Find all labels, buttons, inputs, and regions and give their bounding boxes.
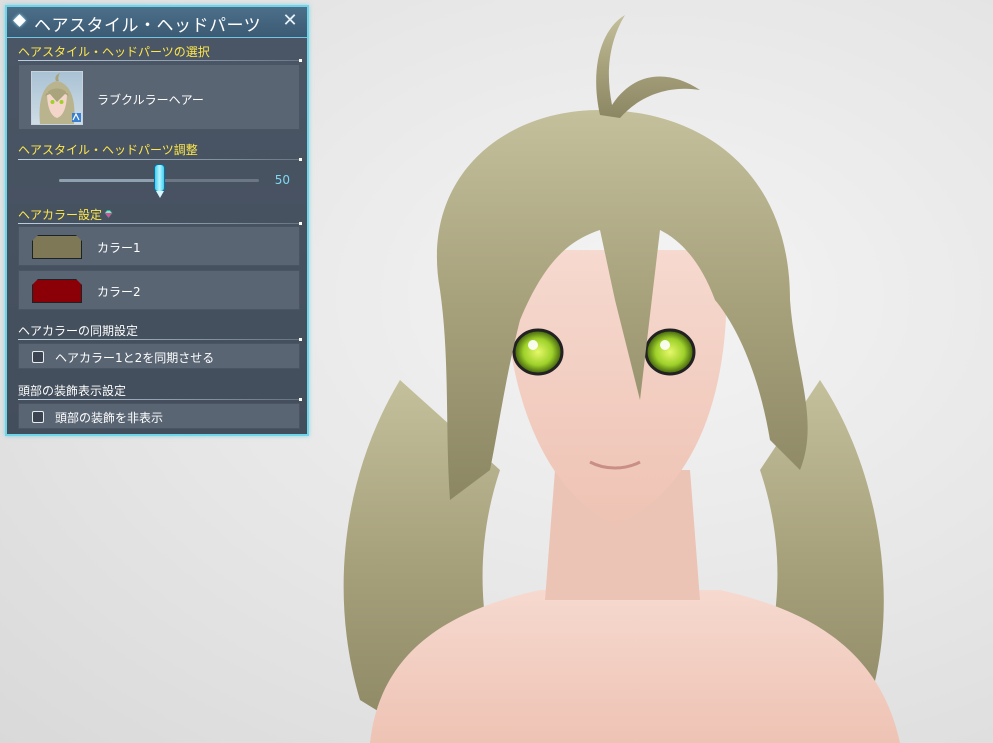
diamond-icon [13,14,26,27]
panel-title: ヘアスタイル・ヘッドパーツ [34,16,262,36]
decor-checkbox[interactable] [32,411,44,423]
decor-option-row[interactable]: 頭部の装飾を非表示 [18,403,300,429]
section-heading-color: ヘアカラー設定 [18,208,103,222]
left-eye [512,328,564,376]
section-heading-adjust: ヘアスタイル・ヘッドパーツ調整 [18,143,198,157]
gem-icon [104,210,113,218]
section-divider [18,222,302,225]
section-divider [18,398,302,401]
color-row-1[interactable]: カラー1 [18,226,300,266]
hairstyle-name: ラブクルラーヘアー [97,93,204,107]
color-label-1: カラー1 [97,241,141,255]
adjust-slider-fill [59,179,159,182]
adjust-slider-value: 50 [274,173,290,187]
hair-ahoge [596,15,700,118]
section-divider [18,338,302,341]
color-swatch-1 [32,235,82,259]
hairstyle-select-row[interactable]: ラブクルラーヘアー [18,64,300,130]
panel-titlebar[interactable]: ヘアスタイル・ヘッドパーツ ✕ [7,7,307,38]
decor-option-label: 頭部の装飾を非表示 [55,411,164,425]
hairstyle-thumbnail [31,71,83,125]
section-heading-select: ヘアスタイル・ヘッドパーツの選択 [18,45,210,59]
hairstyle-panel: ヘアスタイル・ヘッドパーツ ✕ ヘアスタイル・ヘッドパーツの選択 ラブクルラーヘ… [5,5,309,436]
color-swatch-2 [32,279,82,303]
slider-pointer-icon [156,191,164,198]
color-label-2: カラー2 [97,285,141,299]
sync-checkbox[interactable] [32,351,44,363]
section-divider [18,59,302,62]
sync-option-row[interactable]: ヘアカラー1と2を同期させる [18,343,300,369]
adjust-slider-thumb[interactable] [154,164,165,192]
section-heading-decor: 頭部の装飾表示設定 [18,384,127,398]
right-eye [644,328,696,376]
color-row-2[interactable]: カラー2 [18,270,300,310]
section-divider [18,158,302,161]
section-heading-sync: ヘアカラーの同期設定 [18,324,139,338]
sync-option-label: ヘアカラー1と2を同期させる [55,351,215,365]
close-button[interactable]: ✕ [280,10,300,32]
